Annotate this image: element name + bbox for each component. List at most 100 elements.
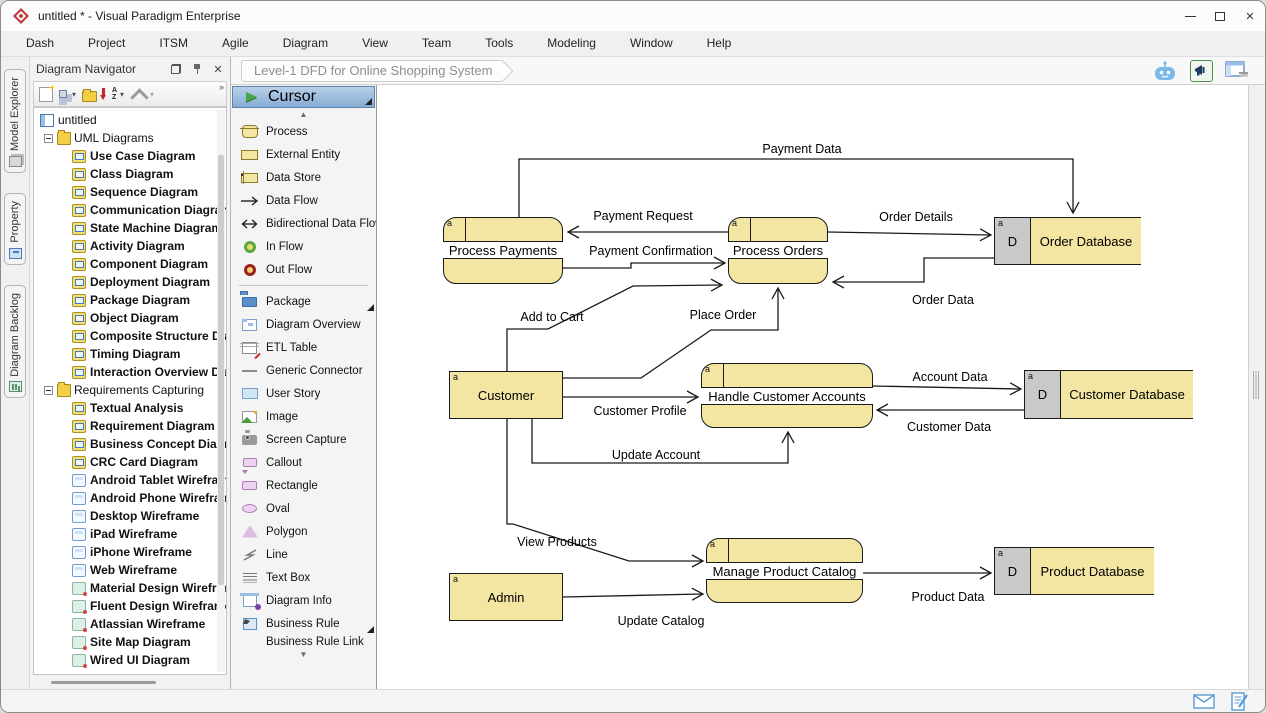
flow-line-account-data[interactable] bbox=[873, 386, 1020, 389]
breadcrumb[interactable]: Level-1 DFD for Online Shopping System bbox=[241, 60, 502, 82]
flow-label-payment-data[interactable]: Payment Data bbox=[762, 142, 841, 156]
palette-item-external-entity[interactable]: External Entity bbox=[231, 143, 376, 166]
tab-model-explorer[interactable]: Model Explorer bbox=[4, 69, 26, 173]
process-process-orders[interactable]: a Process Orders bbox=[728, 217, 828, 284]
flow-label-payment-request[interactable]: Payment Request bbox=[593, 209, 692, 223]
palette-item-process[interactable]: Process bbox=[231, 120, 376, 143]
entity-customer[interactable]: a Customer bbox=[449, 371, 563, 419]
sort-dropdown-icon[interactable] bbox=[120, 86, 127, 103]
tree-item-business-concept-diagram[interactable]: Business Concept Diagram bbox=[34, 435, 226, 453]
flow-label-update-catalog[interactable]: Update Catalog bbox=[618, 614, 705, 628]
flow-label-view-products[interactable]: View Products bbox=[517, 535, 597, 549]
palette-scroll-down-icon[interactable] bbox=[231, 648, 376, 660]
flow-label-order-details[interactable]: Order Details bbox=[879, 210, 953, 224]
flow-line-order-data[interactable] bbox=[834, 258, 994, 282]
palette-item-diagram-overview[interactable]: Diagram Overview bbox=[231, 313, 376, 336]
tree-item-state-machine-diagram[interactable]: State Machine Diagram bbox=[34, 219, 226, 237]
palette-item-screen-capture[interactable]: Screen Capture bbox=[231, 428, 376, 451]
splitter-grip-icon[interactable] bbox=[1253, 371, 1259, 399]
palette-item-package[interactable]: Package bbox=[231, 290, 376, 313]
datastore-order-database[interactable]: aD Order Database bbox=[994, 217, 1141, 265]
flow-label-add-to-cart[interactable]: Add to Cart bbox=[520, 310, 583, 324]
palette-item-callout[interactable]: Callout bbox=[231, 451, 376, 474]
minimize-button[interactable] bbox=[1175, 1, 1205, 31]
close-panel-icon[interactable] bbox=[212, 63, 224, 75]
palette-item-diagram-info[interactable]: Diagram Info bbox=[231, 589, 376, 612]
tree-item-class-diagram[interactable]: Class Diagram bbox=[34, 165, 226, 183]
collapse-dropdown-icon[interactable] bbox=[150, 86, 157, 103]
flow-label-customer-profile[interactable]: Customer Profile bbox=[593, 404, 686, 418]
datastore-customer-database[interactable]: aD Customer Database bbox=[1024, 370, 1193, 419]
new-diagram-icon[interactable] bbox=[39, 87, 53, 102]
flow-label-product-data[interactable]: Product Data bbox=[912, 590, 985, 604]
right-panel-splitter[interactable] bbox=[1248, 85, 1265, 689]
flow-line-order-details[interactable] bbox=[828, 232, 990, 235]
tree-item-interaction-overview-diagram[interactable]: Interaction Overview Diagram bbox=[34, 363, 226, 381]
tree-item-object-diagram[interactable]: Object Diagram bbox=[34, 309, 226, 327]
tree-item-root[interactable]: untitled bbox=[34, 111, 226, 129]
collapse-up-icon[interactable] bbox=[130, 86, 147, 103]
collapse-expander-icon[interactable] bbox=[44, 386, 53, 395]
palette-item-business-rule-link[interactable]: Business Rule Link bbox=[231, 635, 376, 648]
datastore-product-database[interactable]: aD Product Database bbox=[994, 547, 1154, 595]
palette-item-data-store[interactable]: Data Store bbox=[231, 166, 376, 189]
flow-label-update-account[interactable]: Update Account bbox=[612, 448, 700, 462]
mail-icon[interactable] bbox=[1193, 694, 1215, 709]
flow-line-payment-confirmation[interactable] bbox=[563, 263, 724, 268]
menu-view[interactable]: View bbox=[345, 31, 405, 56]
flow-label-account-data[interactable]: Account Data bbox=[912, 370, 987, 384]
menu-window[interactable]: Window bbox=[613, 31, 690, 56]
tree-vertical-scrollbar[interactable] bbox=[217, 110, 225, 672]
pin-panel-icon[interactable] bbox=[191, 63, 203, 75]
sort-az-icon[interactable]: AZ bbox=[100, 86, 117, 103]
model-structure-dropdown-icon[interactable] bbox=[72, 86, 79, 103]
tree-item-component-diagram[interactable]: Component Diagram bbox=[34, 255, 226, 273]
palette-item-out-flow[interactable]: Out Flow bbox=[231, 258, 376, 281]
panel-layout-icon[interactable] bbox=[1225, 61, 1249, 80]
palette-item-cursor[interactable]: Cursor bbox=[232, 86, 375, 108]
tree-item-ipad-wireframe[interactable]: iPad Wireframe bbox=[34, 525, 226, 543]
tree-item-sequence-diagram[interactable]: Sequence Diagram bbox=[34, 183, 226, 201]
tree-item-android-phone-wireframe[interactable]: Android Phone Wireframe bbox=[34, 489, 226, 507]
tree-item-timing-diagram[interactable]: Timing Diagram bbox=[34, 345, 226, 363]
process-manage-product-catalog[interactable]: a Manage Product Catalog bbox=[706, 538, 863, 603]
process-process-payments[interactable]: a Process Payments bbox=[443, 217, 563, 284]
entity-admin[interactable]: a Admin bbox=[449, 573, 563, 621]
menu-dash[interactable]: Dash bbox=[9, 31, 71, 56]
tree-item-material-design-wireframe[interactable]: Material Design Wireframe bbox=[34, 579, 226, 597]
tree-item-site-map-diagram[interactable]: Site Map Diagram bbox=[34, 633, 226, 651]
palette-item-in-flow[interactable]: In Flow bbox=[231, 235, 376, 258]
palette-item-generic-connector[interactable]: Generic Connector bbox=[231, 359, 376, 382]
tree-item-wired-ui-diagram[interactable]: Wired UI Diagram bbox=[34, 651, 226, 669]
menu-help[interactable]: Help bbox=[690, 31, 749, 56]
open-folder-icon[interactable] bbox=[82, 91, 97, 102]
float-panel-icon[interactable] bbox=[170, 63, 182, 75]
process-handle-customer-accounts[interactable]: a Handle Customer Accounts bbox=[701, 363, 873, 428]
notes-icon[interactable] bbox=[1231, 692, 1249, 711]
tree-item-composite-structure-diagram[interactable]: Composite Structure Diagram bbox=[34, 327, 226, 345]
tree-item-package-diagram[interactable]: Package Diagram bbox=[34, 291, 226, 309]
flow-label-payment-confirmation[interactable]: Payment Confirmation bbox=[589, 244, 713, 258]
tree-scrollbar-thumb[interactable] bbox=[218, 155, 224, 585]
palette-item-line[interactable]: Line bbox=[231, 543, 376, 566]
tree-item-activity-diagram[interactable]: Activity Diagram bbox=[34, 237, 226, 255]
tree-folder-requirements-capturing[interactable]: Requirements Capturing bbox=[34, 381, 226, 399]
tab-diagram-backlog[interactable]: Diagram Backlog bbox=[4, 285, 26, 399]
flow-label-place-order[interactable]: Place Order bbox=[690, 308, 757, 322]
menu-team[interactable]: Team bbox=[405, 31, 468, 56]
tree-item-crc-card-diagram[interactable]: CRC Card Diagram bbox=[34, 453, 226, 471]
palette-collapse-up-icon[interactable] bbox=[231, 108, 376, 120]
palette-item-user-story[interactable]: User Story bbox=[231, 382, 376, 405]
tree-item-desktop-wireframe[interactable]: Desktop Wireframe bbox=[34, 507, 226, 525]
menu-itsm[interactable]: ITSM bbox=[142, 31, 205, 56]
palette-item-oval[interactable]: Oval bbox=[231, 497, 376, 520]
tab-property[interactable]: Property bbox=[4, 193, 26, 265]
menu-modeling[interactable]: Modeling bbox=[530, 31, 613, 56]
flow-label-customer-data[interactable]: Customer Data bbox=[907, 420, 991, 434]
palette-item-polygon[interactable]: Polygon bbox=[231, 520, 376, 543]
menu-tools[interactable]: Tools bbox=[468, 31, 530, 56]
menu-project[interactable]: Project bbox=[71, 31, 142, 56]
menu-diagram[interactable]: Diagram bbox=[266, 31, 345, 56]
tree-item-atlassian-wireframe[interactable]: Atlassian Wireframe bbox=[34, 615, 226, 633]
palette-item-text-box[interactable]: Text Box bbox=[231, 566, 376, 589]
